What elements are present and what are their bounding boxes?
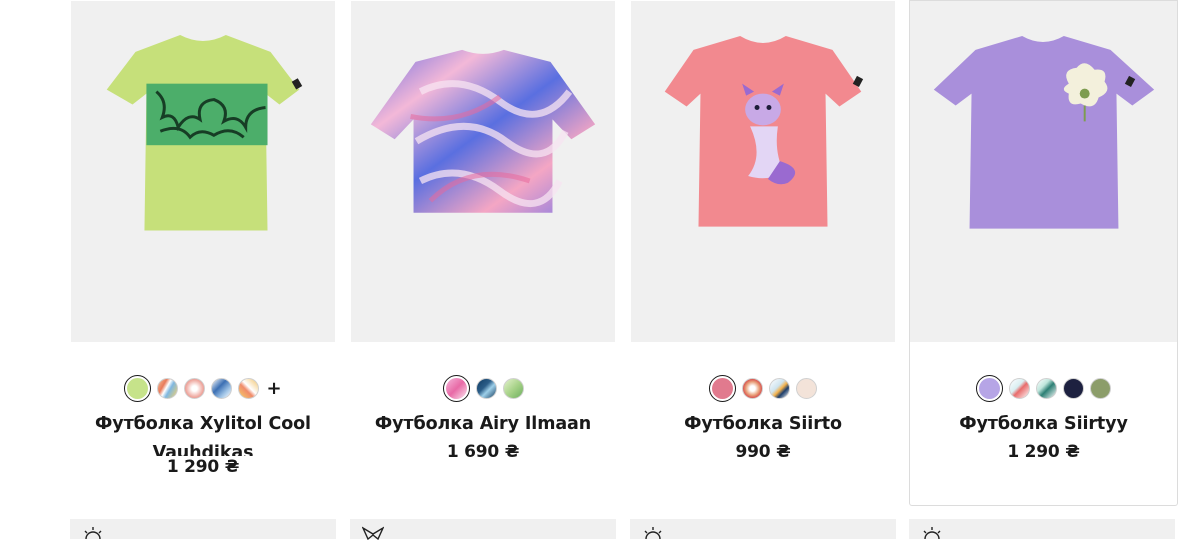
tshirt-image	[106, 35, 303, 231]
color-swatch[interactable]	[442, 375, 470, 402]
tshirt-image	[370, 49, 596, 213]
sun-icon	[644, 527, 662, 540]
product-card-next-row[interactable]	[630, 519, 896, 540]
tshirt-image	[664, 36, 864, 227]
color-swatch[interactable]	[157, 378, 179, 399]
color-swatch[interactable]	[211, 378, 233, 399]
color-swatch[interactable]	[769, 378, 790, 399]
more-colors-indicator[interactable]: +	[266, 379, 281, 398]
product-price: 990 ₴	[735, 442, 791, 462]
product-card[interactable]: Футболка Siirto 990 ₴	[630, 0, 896, 506]
product-image[interactable]	[910, 1, 1177, 342]
color-swatch[interactable]	[976, 375, 1003, 402]
color-swatch[interactable]	[502, 378, 524, 399]
color-swatch[interactable]	[709, 375, 736, 402]
product-card-next-row[interactable]	[350, 519, 616, 540]
tshirt-image	[933, 36, 1155, 229]
color-swatches	[351, 375, 615, 402]
color-swatch[interactable]	[1090, 378, 1111, 399]
product-image[interactable]	[631, 1, 895, 342]
product-price: 1 690 ₴	[446, 442, 520, 462]
color-swatch[interactable]	[238, 378, 260, 399]
color-swatches: +	[71, 375, 335, 402]
product-name[interactable]: Футболка Xylitol Cool Vauhdikas	[81, 410, 325, 456]
bird-icon	[362, 526, 384, 540]
product-image[interactable]	[71, 1, 335, 342]
color-swatch[interactable]	[796, 378, 817, 399]
product-price: 1 290 ₴	[1007, 442, 1080, 462]
sun-icon	[923, 527, 941, 540]
color-swatch[interactable]	[1036, 378, 1057, 399]
product-card[interactable]: Футболка Airy Ilmaan 1 690 ₴	[350, 0, 616, 506]
color-swatches	[910, 375, 1177, 402]
sun-icon	[84, 527, 102, 540]
color-swatch[interactable]	[184, 378, 206, 399]
color-swatch[interactable]	[742, 378, 763, 399]
color-swatch[interactable]	[124, 375, 152, 402]
color-swatch[interactable]	[475, 378, 497, 399]
color-swatch[interactable]	[1009, 378, 1030, 399]
color-swatch[interactable]	[1063, 378, 1084, 399]
product-card[interactable]: Футболка Siirtyy 1 290 ₴	[909, 0, 1178, 506]
product-card-next-row[interactable]	[70, 519, 336, 540]
product-image[interactable]	[351, 1, 615, 342]
product-card-next-row[interactable]	[909, 519, 1175, 540]
color-swatches	[631, 375, 895, 402]
product-card[interactable]: + Футболка Xylitol Cool Vauhdikas 1 290 …	[70, 0, 336, 506]
product-price: 1 290 ₴	[166, 457, 240, 477]
